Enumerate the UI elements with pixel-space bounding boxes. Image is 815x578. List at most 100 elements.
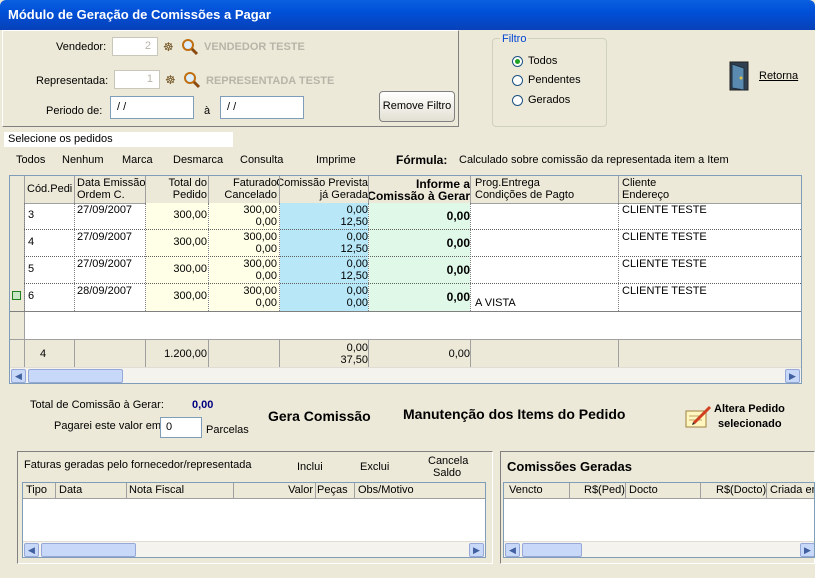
cell-prevista: 0,00 — [346, 231, 368, 243]
manutencao-button[interactable]: Manutenção dos Items do Pedido — [403, 406, 625, 422]
window-title: Módulo de Geração de Comissões a Pagar — [8, 7, 271, 22]
desmarca-link[interactable]: Desmarca — [173, 154, 223, 166]
filtro-title: Filtro — [500, 33, 529, 45]
cancela-saldo-line2[interactable]: Saldo — [433, 467, 461, 479]
periodo-label: Periodo de: — [46, 105, 103, 117]
scroll-thumb[interactable] — [522, 543, 582, 557]
vendedor-name: VENDEDOR TESTE — [204, 41, 305, 53]
scroll-thumb[interactable] — [41, 543, 136, 557]
periodo-from-input[interactable]: / / — [110, 96, 194, 119]
scroll-right-icon[interactable]: ▶ — [785, 369, 800, 383]
grid-footer: 4 1.200,00 0,00 37,50 0,00 — [10, 339, 801, 367]
header-data2: Ordem C. — [77, 189, 125, 201]
door-exit-icon[interactable] — [728, 60, 752, 95]
consulta-link[interactable]: Consulta — [240, 154, 283, 166]
cell-data: 27/09/2007 — [77, 204, 133, 216]
periodo-to-input[interactable]: / / — [220, 96, 304, 119]
cell-total: 300,00 — [173, 263, 207, 275]
grid-horizontal-scrollbar[interactable]: ◀ ▶ — [10, 367, 801, 383]
cell-gerada: 0,00 — [346, 297, 368, 309]
inclui-link[interactable]: Inclui — [297, 461, 323, 473]
gera-comissao-button[interactable]: Gera Comissão — [268, 408, 371, 424]
cell-cod: 4 — [28, 236, 35, 248]
header-fat2: Cancelado — [224, 189, 277, 201]
faturas-title: Faturas geradas pelo fornecedor/represen… — [24, 459, 252, 471]
scroll-thumb[interactable] — [28, 369, 123, 383]
edit-order-icon[interactable] — [684, 405, 712, 432]
todos-link[interactable]: Todos — [16, 154, 45, 166]
scroll-right-icon[interactable]: ▶ — [469, 543, 484, 557]
cell-prevista: 0,00 — [346, 258, 368, 270]
cell-informe[interactable]: 0,00 — [447, 209, 470, 223]
cell-gerada: 12,50 — [340, 216, 368, 228]
cell-informe[interactable]: 0,00 — [447, 263, 470, 277]
parcelas-input[interactable]: 0 — [160, 417, 202, 438]
header-total2: Pedido — [172, 189, 207, 201]
altera-pedido-line2[interactable]: selecionado — [718, 418, 782, 430]
radio-todos-label[interactable]: Todos — [528, 55, 557, 67]
cell-data: 27/09/2007 — [77, 258, 133, 270]
marca-link[interactable]: Marca — [122, 154, 153, 166]
cell-cod: 3 — [28, 209, 35, 221]
periodo-separator: à — [204, 105, 211, 117]
scroll-right-icon[interactable]: ▶ — [800, 543, 814, 557]
cell-gerada: 12,50 — [340, 270, 368, 282]
cell-informe[interactable]: 0,00 — [447, 290, 470, 304]
representada-code-input[interactable]: 1 — [114, 70, 160, 89]
scroll-left-icon[interactable]: ◀ — [505, 543, 520, 557]
exclui-link[interactable]: Exclui — [360, 461, 389, 473]
faturas-grid[interactable]: Tipo Data Nota Fiscal Valor Peças Obs/Mo… — [22, 482, 486, 558]
footer-informe: 0,00 — [448, 348, 470, 360]
radio-gerados[interactable] — [512, 95, 523, 106]
footer-total: 1.200,00 — [164, 348, 207, 360]
cell-faturado: 300,00 — [243, 204, 277, 216]
search-icon[interactable] — [181, 38, 199, 59]
cell-faturado: 300,00 — [243, 231, 277, 243]
retorna-button[interactable]: Retorna — [759, 70, 798, 82]
cell-informe[interactable]: 0,00 — [447, 236, 470, 250]
retorna-label: Retorna — [759, 70, 799, 82]
search-icon[interactable] — [183, 71, 201, 92]
total-comissao-value: 0,00 — [192, 399, 214, 411]
imprime-link[interactable]: Imprime — [316, 154, 356, 166]
faturas-col-data: Data — [59, 484, 83, 496]
comissoes-horizontal-scrollbar[interactable]: ◀ ▶ — [504, 541, 814, 557]
representada-code-value: 1 — [146, 73, 153, 85]
periodo-from-value: / / — [117, 101, 127, 113]
scroll-left-icon[interactable]: ◀ — [11, 369, 26, 383]
radio-todos[interactable] — [512, 56, 523, 67]
comissoes-col-docto: Docto — [629, 484, 658, 496]
cell-cod: 6 — [28, 290, 35, 302]
nenhum-link[interactable]: Nenhum — [62, 154, 104, 166]
faturas-horizontal-scrollbar[interactable]: ◀ ▶ — [23, 541, 485, 557]
comissoes-col-rsdocto: R$(Docto) — [716, 484, 767, 496]
faturas-col-pecas: Peças — [317, 484, 348, 496]
formula-text: Calculado sobre comissão da representada… — [459, 154, 729, 166]
vendedor-code-input[interactable]: 2 — [112, 37, 158, 56]
representada-label: Representada: — [36, 75, 109, 87]
cell-condicoes: A VISTA — [475, 297, 516, 309]
pedidos-grid[interactable]: Cód.Pedi Data Emissão Ordem C. Total do … — [9, 175, 802, 384]
altera-pedido-line1[interactable]: Altera Pedido — [714, 403, 785, 415]
header-data1: Data Emissão — [77, 177, 146, 189]
parcelas-value: 0 — [166, 421, 173, 433]
remove-filter-button[interactable]: Remove Filtro — [379, 91, 455, 122]
cell-data: 27/09/2007 — [77, 231, 133, 243]
binoculars-icon[interactable]: ☸ — [163, 40, 174, 54]
cancela-saldo-line1[interactable]: Cancela — [428, 455, 468, 467]
cell-cliente: CLIENTE TESTE — [622, 204, 707, 216]
vendedor-code-value: 2 — [144, 40, 151, 52]
scroll-left-icon[interactable]: ◀ — [24, 543, 39, 557]
footer-count: 4 — [40, 348, 47, 360]
cell-cliente: CLIENTE TESTE — [622, 231, 707, 243]
comissoes-grid[interactable]: Vencto R$(Ped) Docto R$(Docto) Criada em… — [503, 482, 815, 558]
cell-total: 300,00 — [173, 290, 207, 302]
header-cli2: Endereço — [622, 189, 670, 201]
radio-pendentes[interactable] — [512, 75, 523, 86]
binoculars-icon[interactable]: ☸ — [165, 73, 176, 87]
cell-cod: 5 — [28, 263, 35, 275]
header-com1: Comissão Prevista — [276, 177, 368, 189]
radio-pendentes-label[interactable]: Pendentes — [528, 74, 581, 86]
title-bar: Módulo de Geração de Comissões a Pagar — [0, 0, 815, 30]
radio-gerados-label[interactable]: Gerados — [528, 94, 570, 106]
